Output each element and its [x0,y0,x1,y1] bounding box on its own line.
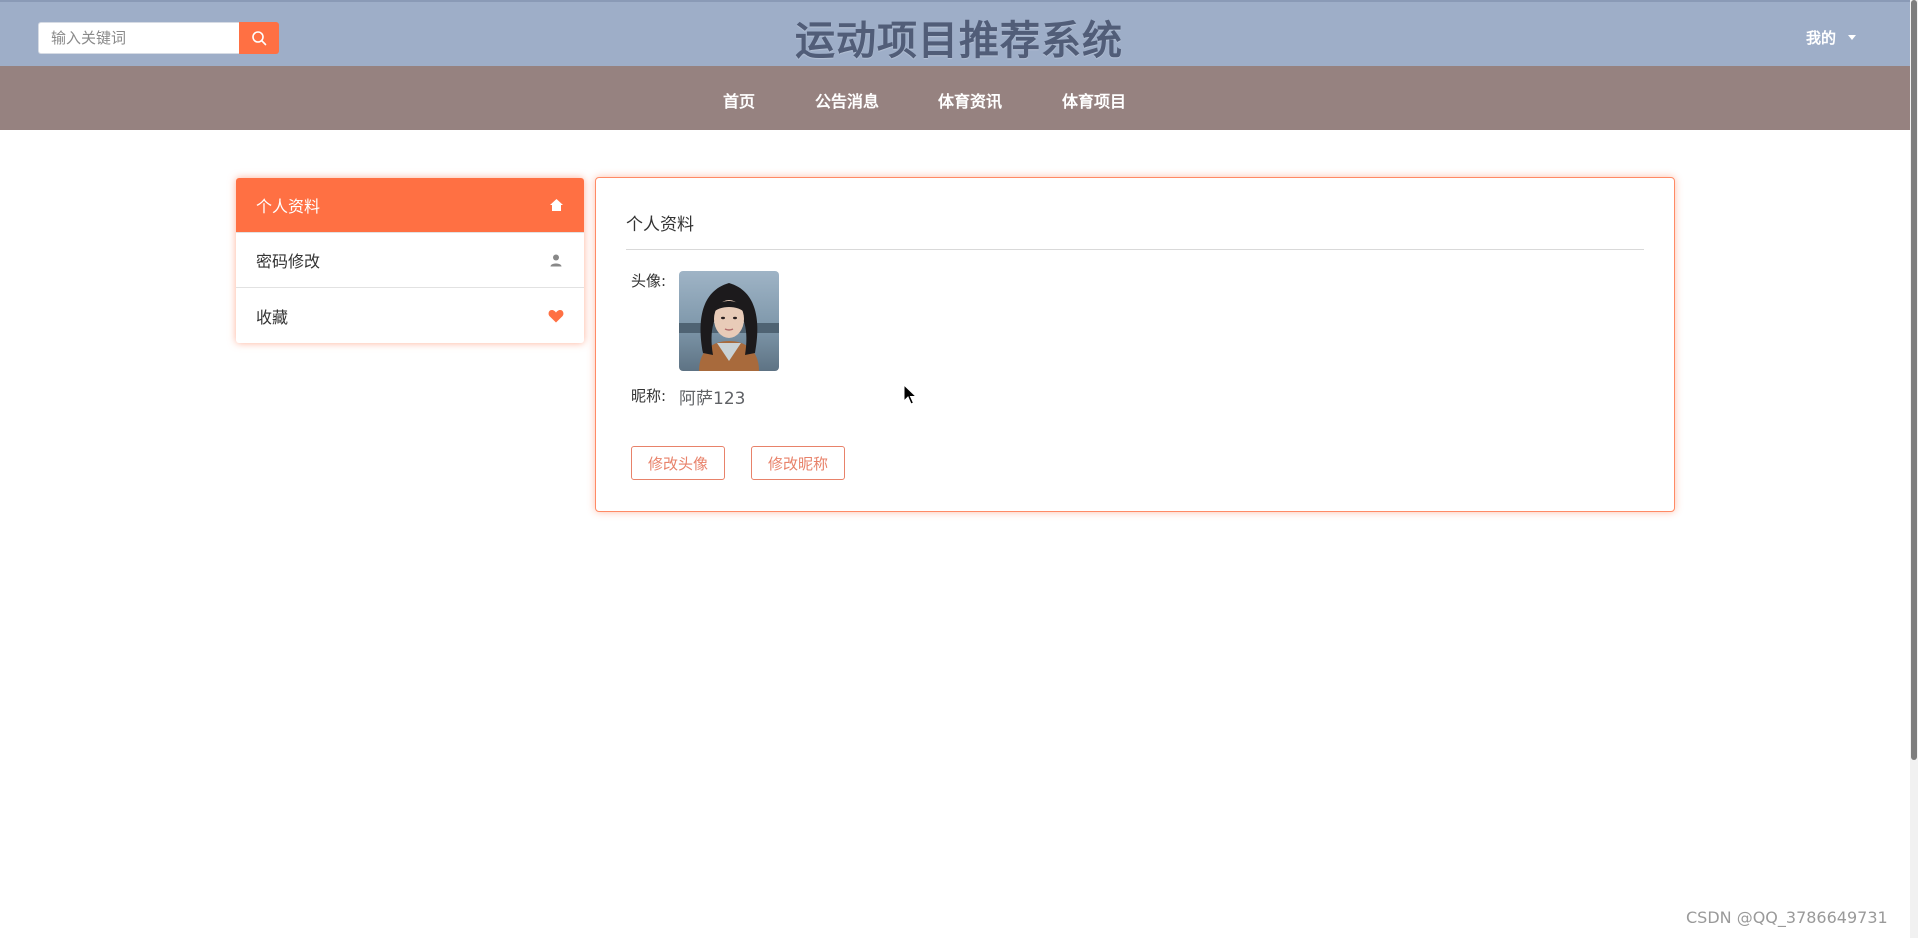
sidebar-item-label: 个人资料 [256,197,321,216]
sidebar-item-label: 密码修改 [256,252,321,271]
search-icon [252,31,267,46]
avatar [679,271,779,371]
nav-item-home[interactable]: 首页 [723,88,755,112]
caret-down-icon [1848,35,1857,40]
nav-item-sports-projects[interactable]: 体育项目 [1062,88,1126,112]
card-title: 个人资料 [626,215,694,235]
nickname-label: 昵称: [631,387,667,405]
heart-icon [548,308,564,324]
user-icon [548,252,564,268]
change-nickname-button[interactable]: 修改昵称 [751,446,846,480]
search-box [38,22,280,54]
nav-item-sports-news[interactable]: 体育资讯 [938,88,1002,112]
page-scrollbar[interactable] [1910,0,1918,938]
nickname-value: 阿萨123 [679,389,746,409]
user-menu-label: 我的 [1806,29,1837,47]
watermark: CSDN @QQ_3786649731 [1686,908,1888,927]
sidebar-item-change-password[interactable]: 密码修改 [236,233,584,288]
mouse-cursor-icon [903,383,918,410]
avatar-label: 头像: [631,272,667,290]
sidebar-item-profile[interactable]: 个人资料 [236,178,584,233]
divider [626,249,1644,250]
user-menu-dropdown[interactable]: 我的 [1806,27,1857,48]
sidebar-item-favorites[interactable]: 收藏 [236,288,584,343]
scrollbar-thumb[interactable] [1911,0,1917,760]
sidebar-item-label: 收藏 [256,307,289,327]
main-nav: 首页 公告消息 体育资讯 体育项目 [0,66,1910,130]
profile-card: 个人资料 头像: 昵称: 阿萨123 修改头像 修改昵称 [595,177,1675,512]
search-button[interactable] [239,22,279,54]
nav-item-announcements[interactable]: 公告消息 [815,88,879,112]
home-icon [548,197,564,213]
search-input[interactable] [38,22,240,54]
change-avatar-button[interactable]: 修改头像 [631,446,726,480]
site-title: 运动项目推荐系统 [795,18,1123,64]
profile-sidebar: 个人资料 密码修改 收藏 [236,178,584,343]
